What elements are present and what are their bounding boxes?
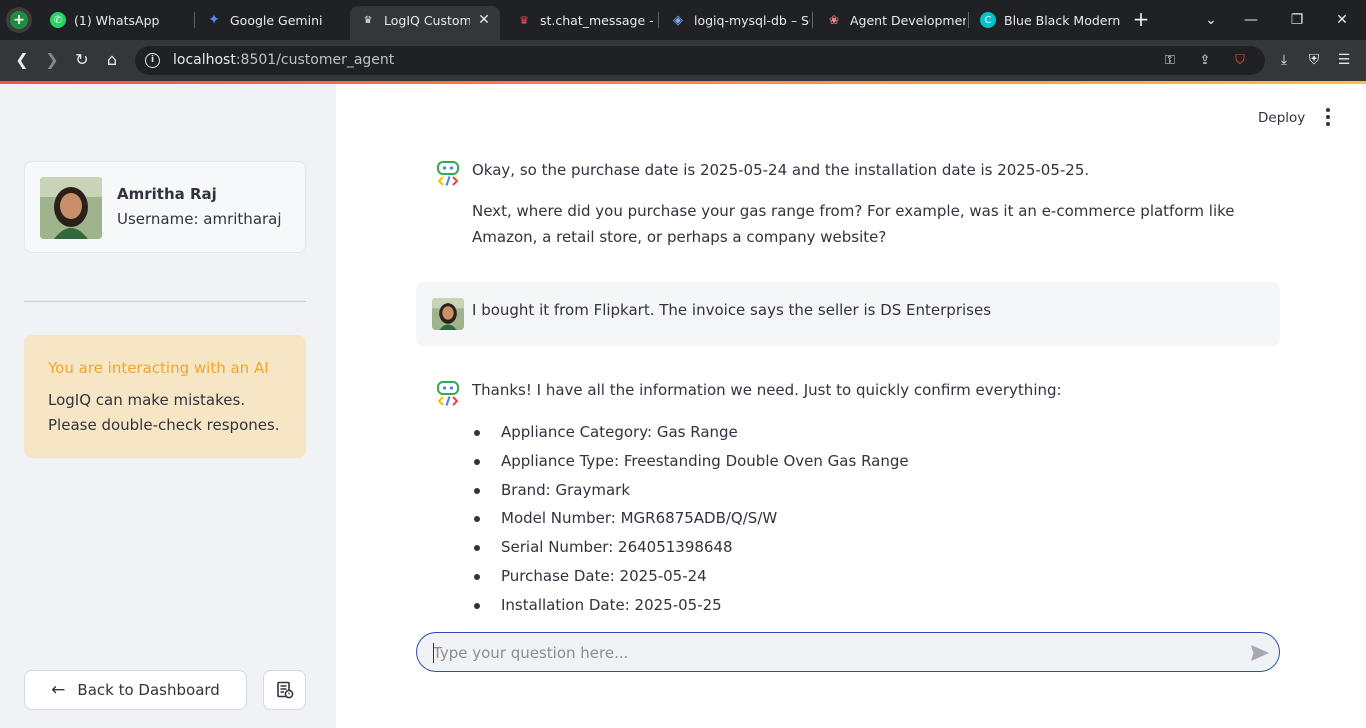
ai-warning-box: You are interacting with an AI LogIQ can… [24,335,306,458]
bot-message-2-intro: Thanks! I have all the information we ne… [472,381,1062,399]
bot-avatar-icon [436,381,460,407]
url-host: localhost [173,52,236,68]
vpn-shield-icon[interactable]: ⛨ [1304,50,1324,70]
tab-title: Blue Black Modern Presentation [1004,12,1120,28]
tab-title: st.chat_message - Streamlit Docs [540,12,656,28]
menu-icon[interactable]: ☰ [1334,50,1354,70]
chat-input[interactable] [433,642,1233,664]
tab-adk[interactable]: ❀ Agent Development Kit [816,6,966,34]
close-tab-icon[interactable]: ✕ [476,12,492,28]
chat-input-container [416,632,1280,672]
text-caret [433,643,434,663]
back-to-dashboard-button[interactable]: ← Back to Dashboard [24,670,247,710]
browser-tab-strip: + ✆ (1) WhatsApp ✦ Google Gemini ♛ LogIQ… [0,0,1366,40]
tab-title: (1) WhatsApp [74,12,160,28]
avatar [40,177,102,239]
streamlit-crown-icon: ♛ [363,14,373,26]
tab-search-chevron-icon[interactable]: ⌄ [1199,8,1223,32]
adk-icon: ❀ [828,13,840,27]
brave-shield-icon[interactable]: ⛉ [1230,51,1250,71]
url-path: :8501/customer_agent [235,52,395,68]
new-tab-icon[interactable]: + [1130,9,1152,31]
site-info-icon[interactable]: i [145,53,160,68]
tab-title: Google Gemini [230,12,323,28]
password-key-icon[interactable]: ⚿ [1160,51,1180,71]
receipt-list-icon [276,681,293,699]
tab-gemini[interactable]: ✦ Google Gemini [196,6,346,34]
list-item: Serial Number: 264051398648 [472,533,909,562]
tab-title: Agent Development Kit [850,12,966,28]
tab-whatsapp[interactable]: ✆ (1) WhatsApp [40,6,190,34]
tab-mysql[interactable]: ◈ logiq-mysql-db – SQL [660,6,810,34]
plus-icon: + [10,11,28,29]
tab-canva[interactable]: C Blue Black Modern Presentation [970,6,1120,34]
bookmark-icon[interactable]: ⌂ [100,48,124,72]
tab-streamlit-docs[interactable]: ♛ st.chat_message - Streamlit Docs [506,6,656,34]
cloud-sql-icon: ◈ [673,12,683,28]
tab-separator [194,12,195,28]
profile-card: Amritha Raj Username: amritharaj [24,161,306,253]
confirmation-list: Appliance Category: Gas Range Appliance … [472,418,909,620]
back-button-label: Back to Dashboard [77,681,220,699]
gemini-sparkle-icon: ✦ [208,12,220,28]
profile-extension-button[interactable]: + [6,7,32,33]
arrow-left-icon: ← [51,680,66,700]
browser-toolbar: ❮ ❯ ↻ ⌂ i localhost:8501/customer_agent … [0,40,1366,81]
bot-avatar-icon [436,161,460,187]
forward-icon[interactable]: ❯ [40,48,64,72]
close-window-icon[interactable]: ✕ [1330,8,1354,32]
minimize-icon[interactable]: — [1239,8,1263,32]
list-item: Brand: Graymark [472,476,909,505]
main-menu-kebab-icon[interactable] [1318,106,1338,128]
tab-separator [658,12,659,28]
user-avatar [432,298,464,330]
warning-body: LogIQ can make mistakes. Please double-c… [48,391,280,434]
list-item: Model Number: MGR6875ADB/Q/S/W [472,504,909,533]
user-message: I bought it from Flipkart. The invoice s… [416,282,1280,346]
deploy-button[interactable]: Deploy [1248,106,1315,130]
tab-separator [968,12,969,28]
download-icon[interactable]: ⤓ [1274,50,1294,70]
bot-message-1-paragraph-2: Next, where did you purchase your gas ra… [472,202,1235,246]
tab-separator [812,12,813,28]
address-bar[interactable]: i localhost:8501/customer_agent ⚿ ⇪ ⛉ [135,46,1265,75]
warning-title: You are interacting with an AI [48,359,269,377]
tab-title: logiq-mysql-db – SQL [694,12,810,28]
user-message-text: I bought it from Flipkart. The invoice s… [472,301,992,319]
whatsapp-icon: ✆ [50,12,66,28]
back-icon[interactable]: ❮ [10,48,34,72]
chat-history-button[interactable] [263,670,306,710]
canva-icon: C [980,12,996,28]
list-item: Appliance Type: Freestanding Double Oven… [472,447,909,476]
streamlit-crown-icon: ♛ [519,13,529,27]
bot-message-1-paragraph-1: Okay, so the purchase date is 2025-05-24… [472,161,1090,179]
profile-username: Username: amritharaj [117,210,282,228]
tab-title: LogIQ Customer Agent [384,12,470,28]
reload-icon[interactable]: ↻ [70,48,94,72]
tab-logiq-active[interactable]: ♛ LogIQ Customer Agent ✕ [350,6,500,40]
profile-name: Amritha Raj [117,185,217,203]
share-icon[interactable]: ⇪ [1195,51,1215,71]
url-text[interactable]: localhost:8501/customer_agent [173,52,394,68]
send-button[interactable] [1249,642,1271,664]
restore-icon[interactable]: ❐ [1285,8,1309,32]
send-icon [1251,645,1269,661]
list-item: Appliance Category: Gas Range [472,418,909,447]
sidebar-divider [24,301,306,302]
list-item: Installation Date: 2025-05-25 [472,591,909,620]
list-item: Purchase Date: 2025-05-24 [472,562,909,591]
sidebar: Amritha Raj Username: amritharaj You are… [0,84,336,728]
